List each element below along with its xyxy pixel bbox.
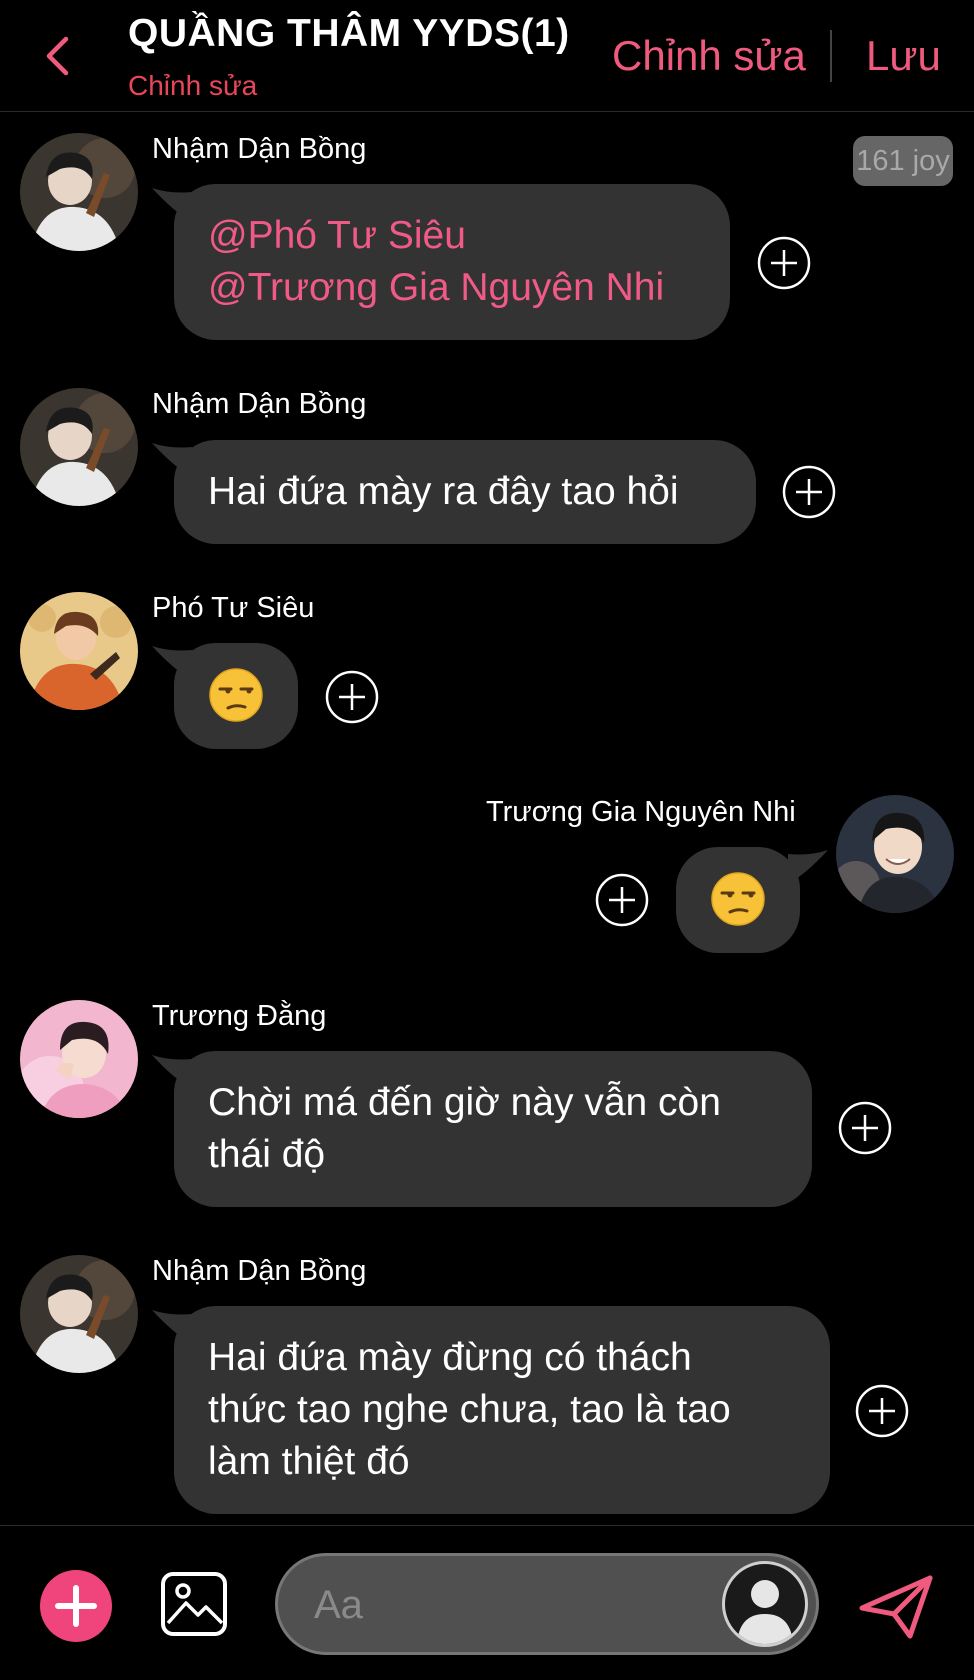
message-input[interactable] bbox=[314, 1574, 674, 1636]
mention-link[interactable]: @Phó Tư Siêu bbox=[208, 210, 696, 262]
message-bubble[interactable]: Hai đứa mày ra đây tao hỏi bbox=[174, 440, 756, 544]
back-button[interactable] bbox=[40, 34, 74, 78]
plus-icon bbox=[55, 1585, 97, 1627]
message-bubble[interactable] bbox=[676, 847, 800, 953]
mention-link[interactable]: @Trương Gia Nguyên Nhi bbox=[208, 262, 696, 314]
header: QUẦNG THÂM YYDS(1) Chỉnh sửa Chỉnh sửa L… bbox=[0, 0, 974, 112]
chat-subtitle[interactable]: Chỉnh sửa bbox=[128, 70, 257, 102]
unamused-face-icon bbox=[711, 872, 765, 926]
edit-button[interactable]: Chỉnh sửa bbox=[612, 32, 806, 80]
add-reaction-icon[interactable] bbox=[782, 465, 836, 519]
composer-bar bbox=[0, 1525, 974, 1680]
avatar[interactable] bbox=[20, 1255, 138, 1373]
add-button[interactable] bbox=[40, 1570, 112, 1642]
message-text: làm thiệt đó bbox=[208, 1440, 410, 1483]
joy-count-badge: 161 joy bbox=[853, 136, 953, 186]
message-text: thức tao nghe chưa, tao là tao bbox=[208, 1388, 731, 1431]
avatar[interactable] bbox=[20, 1000, 138, 1118]
message-text: thái độ bbox=[208, 1133, 326, 1176]
save-button[interactable]: Lưu bbox=[866, 32, 941, 80]
message-input-wrapper bbox=[275, 1553, 819, 1655]
avatar[interactable] bbox=[20, 133, 138, 251]
avatar[interactable] bbox=[20, 592, 138, 710]
message-text: Hai đứa mày ra đây tao hỏi bbox=[208, 470, 679, 513]
person-icon bbox=[737, 1580, 793, 1644]
header-divider bbox=[830, 30, 832, 82]
add-reaction-icon[interactable] bbox=[838, 1101, 892, 1155]
unamused-face-icon bbox=[209, 668, 263, 722]
sender-avatar-switch[interactable] bbox=[722, 1561, 808, 1647]
sender-name: Trương Đằng bbox=[152, 1000, 327, 1032]
message-text: Hai đứa mày đừng có thách bbox=[208, 1336, 692, 1379]
chat-title: QUẦNG THÂM YYDS(1) bbox=[128, 12, 570, 55]
message-bubble[interactable]: @Phó Tư Siêu @Trương Gia Nguyên Nhi bbox=[174, 184, 730, 340]
message-bubble[interactable] bbox=[174, 643, 298, 749]
chat-screen: QUẦNG THÂM YYDS(1) Chỉnh sửa Chỉnh sửa L… bbox=[0, 0, 974, 1680]
message-bubble[interactable]: Chời má đến giờ này vẫn còn thái độ bbox=[174, 1051, 812, 1207]
chevron-left-icon bbox=[46, 36, 69, 76]
sender-name: Nhậm Dận Bồng bbox=[152, 1255, 367, 1287]
add-reaction-icon[interactable] bbox=[595, 873, 649, 927]
send-icon[interactable] bbox=[858, 1574, 934, 1640]
message-bubble[interactable]: Hai đứa mày đừng có thách thức tao nghe … bbox=[174, 1306, 830, 1514]
avatar[interactable] bbox=[836, 795, 954, 913]
avatar[interactable] bbox=[20, 388, 138, 506]
add-reaction-icon[interactable] bbox=[325, 670, 379, 724]
sender-name: Nhậm Dận Bồng bbox=[152, 133, 367, 165]
image-icon[interactable] bbox=[160, 1571, 228, 1637]
sender-name: Nhậm Dận Bồng bbox=[152, 388, 367, 420]
add-reaction-icon[interactable] bbox=[855, 1384, 909, 1438]
sender-name: Trương Gia Nguyên Nhi bbox=[486, 796, 796, 828]
sender-name: Phó Tư Siêu bbox=[152, 592, 315, 624]
message-text: Chời má đến giờ này vẫn còn bbox=[208, 1081, 721, 1124]
add-reaction-icon[interactable] bbox=[757, 236, 811, 290]
